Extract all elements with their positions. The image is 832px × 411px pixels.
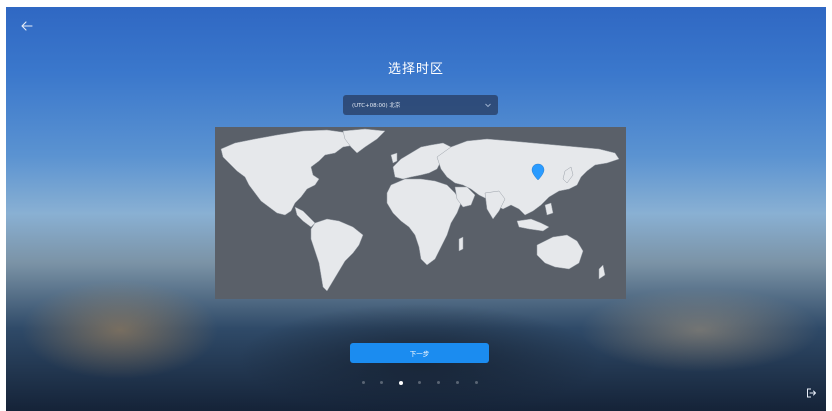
land-madagascar	[458, 236, 464, 252]
page-dot-1	[362, 381, 365, 384]
page-dot-6	[456, 381, 459, 384]
page-dot-3	[399, 380, 403, 385]
exit-icon	[807, 388, 816, 398]
back-button[interactable]	[17, 16, 37, 36]
frame-top	[0, 0, 832, 7]
land-north-america	[220, 129, 364, 216]
chevron-down-icon	[485, 103, 491, 108]
world-map[interactable]	[215, 127, 626, 299]
land-africa	[386, 178, 462, 266]
page-title: 选择时区	[387, 62, 444, 77]
exit-button[interactable]	[804, 385, 818, 399]
next-button[interactable]: 下一步	[350, 343, 489, 363]
land-new-zealand	[598, 264, 606, 280]
page-dot-7	[475, 381, 478, 384]
page-dot-4	[418, 381, 421, 384]
page-dot-5	[437, 381, 440, 384]
timezone-select-value: (UTC+08:00) 北京	[352, 103, 401, 109]
land-greenland	[342, 128, 386, 154]
page-indicator	[357, 380, 487, 386]
land-south-america	[310, 218, 364, 292]
land-india	[484, 190, 506, 220]
land-uk	[390, 152, 398, 164]
page-dot-2	[380, 381, 383, 384]
land-philippines	[544, 202, 554, 216]
land-sea-islands	[516, 218, 550, 232]
land-central-america	[294, 206, 316, 228]
land-australia	[536, 234, 584, 270]
world-map-svg	[220, 128, 620, 292]
timezone-select[interactable]: (UTC+08:00) 北京	[343, 95, 498, 115]
back-arrow-icon	[21, 21, 33, 31]
